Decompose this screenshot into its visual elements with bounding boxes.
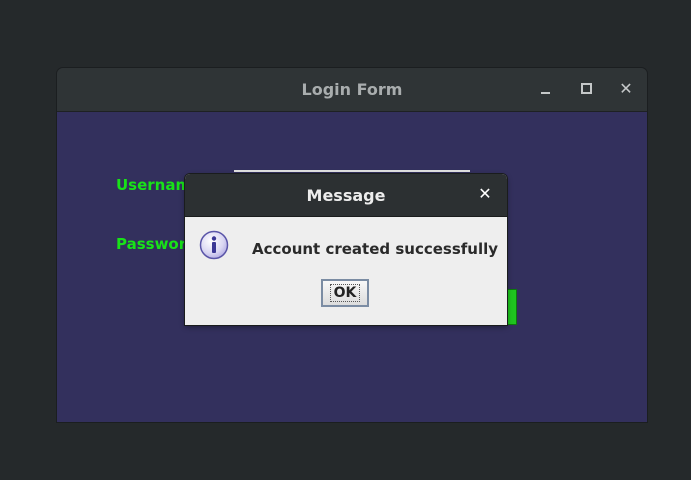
- close-button[interactable]: ✕: [615, 78, 637, 100]
- window-titlebar[interactable]: Login Form ✕: [57, 68, 647, 112]
- username-label: Usernam: [116, 176, 192, 194]
- dialog-close-button[interactable]: ✕: [475, 184, 495, 204]
- info-icon: [199, 230, 229, 260]
- dialog-titlebar[interactable]: Message ✕: [185, 174, 507, 217]
- ok-button[interactable]: OK: [321, 279, 369, 307]
- minimize-button[interactable]: [535, 78, 557, 100]
- ok-button-label: OK: [329, 284, 361, 302]
- close-icon: ✕: [619, 79, 633, 98]
- password-label: Passwor: [116, 235, 187, 253]
- dialog-message: Account created successfully: [252, 240, 499, 258]
- minimize-icon: [541, 92, 550, 94]
- window-title: Login Form: [301, 80, 403, 99]
- close-icon: ✕: [478, 184, 492, 203]
- dialog-title: Message: [306, 186, 386, 205]
- username-field[interactable]: [234, 170, 470, 172]
- maximize-icon: [581, 83, 592, 94]
- message-dialog: Message ✕ Account created successfully O…: [185, 174, 507, 325]
- maximize-button[interactable]: [575, 78, 597, 100]
